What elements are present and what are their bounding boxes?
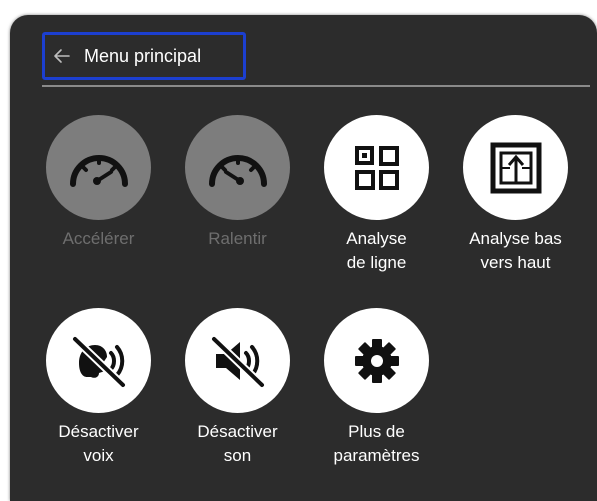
row-scan-icon (354, 145, 399, 190)
row-scan-tile[interactable]: Analyse de ligne (307, 115, 446, 305)
speedometer-fast-icon (69, 154, 128, 187)
slow-down-button[interactable] (185, 115, 290, 220)
voice-off-button[interactable] (46, 308, 151, 413)
speed-up-tile[interactable]: Accélérer (29, 115, 168, 305)
sound-off-button[interactable] (185, 308, 290, 413)
gear-icon (354, 338, 399, 383)
voice-off-icon (70, 334, 127, 389)
speed-up-button[interactable] (46, 115, 151, 220)
sound-off-icon (209, 334, 266, 389)
voice-off-label: Désactiver voix (58, 422, 139, 465)
main-menu-panel: Menu principal Accélérer Ralentir Analys… (10, 15, 597, 501)
arrow-left-icon (54, 49, 70, 63)
bottom-up-scan-button[interactable] (463, 115, 568, 220)
row-scan-button[interactable] (324, 115, 429, 220)
header-divider (42, 85, 590, 87)
sound-off-label: Désactiver son (197, 422, 278, 465)
more-settings-button[interactable] (324, 308, 429, 413)
bottom-up-scan-tile[interactable]: Analyse bas vers haut (446, 115, 585, 305)
voice-off-tile[interactable]: Désactiver voix (29, 308, 168, 498)
sound-off-tile[interactable]: Désactiver son (168, 308, 307, 498)
more-settings-label: Plus de paramètres (333, 422, 420, 465)
bottom-up-scan-icon (490, 142, 541, 193)
slow-down-tile[interactable]: Ralentir (168, 115, 307, 305)
speed-up-label: Accélérer (62, 229, 135, 248)
back-to-main-menu-button[interactable]: Menu principal (42, 32, 246, 80)
header-title: Menu principal (84, 45, 202, 66)
bottom-up-scan-label: Analyse bas vers haut (469, 229, 562, 272)
row-scan-label: Analyse de ligne (346, 229, 407, 272)
more-settings-tile[interactable]: Plus de paramètres (307, 308, 446, 498)
speedometer-slow-icon (208, 154, 267, 187)
slow-down-label: Ralentir (208, 229, 267, 248)
